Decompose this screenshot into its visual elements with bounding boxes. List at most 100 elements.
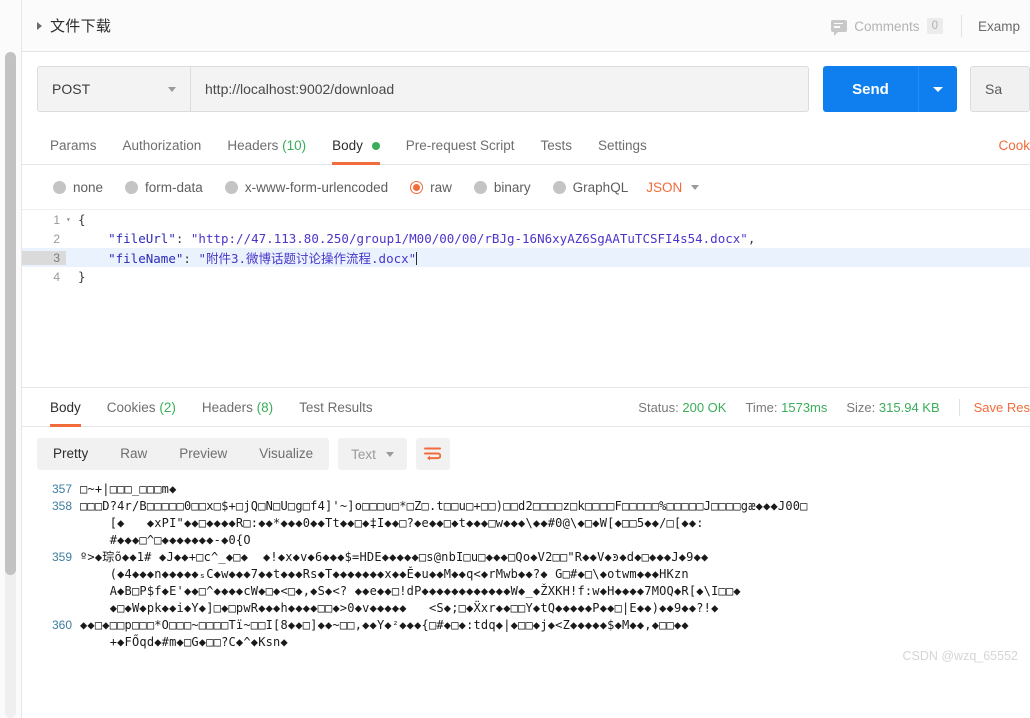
response-line-number: 357 [51, 482, 72, 496]
response-tab-headers[interactable]: Headers (8) [189, 400, 286, 426]
status-value: 200 OK [682, 400, 727, 415]
radio-icon-selected [410, 180, 424, 194]
radio-icon [552, 180, 566, 194]
time-label: Time: [745, 400, 778, 415]
body-type-raw[interactable]: raw [410, 180, 452, 195]
examples-button[interactable]: Examp [968, 19, 1030, 34]
word-wrap-toggle[interactable] [415, 438, 450, 470]
tab-tests[interactable]: Tests [527, 138, 585, 164]
response-mode-raw[interactable]: Raw [104, 438, 163, 470]
comment-bubble-icon [831, 19, 848, 36]
titlebar-divider [960, 15, 962, 37]
save-response-button[interactable]: Save Res [974, 400, 1030, 415]
response-line-number: 359 [51, 550, 72, 564]
response-mode-visualize[interactable]: Visualize [243, 438, 329, 470]
response-line: 358 □□□D?4r/B□□□□□0□□x□$+□jQ□N□U□g□f4]'~]… [22, 498, 1030, 549]
response-line-number: 360 [51, 618, 72, 632]
radio-icon [473, 180, 487, 194]
response-meta: Status: 200 OK Time: 1573ms Size: 315.94… [638, 399, 1030, 416]
request-titlebar: 文件下载 Comments 0 Examp [22, 0, 1030, 52]
editor-line[interactable]: 4} [22, 267, 1030, 286]
send-button[interactable]: Send [823, 66, 918, 112]
tab-authorization[interactable]: Authorization [110, 138, 215, 164]
body-type-form-data[interactable]: form-data [125, 180, 203, 195]
send-options-button[interactable] [918, 66, 957, 112]
request-response-pane: 文件下载 Comments 0 Examp POST http://localh… [22, 0, 1030, 718]
size-badge: Size: 315.94 KB [846, 400, 939, 415]
comments-label: Comments [854, 18, 920, 34]
request-url-input[interactable]: http://localhost:9002/download [190, 66, 809, 112]
body-format-label: JSON [646, 179, 683, 195]
body-format-select[interactable]: JSON [646, 179, 700, 195]
editor-line[interactable]: 2 "fileUrl": "http://47.113.80.250/group… [22, 229, 1030, 248]
response-format-label: Text [351, 446, 376, 462]
body-modified-dot-icon [371, 142, 380, 151]
response-body-viewer[interactable]: 357 □~+|□□□_□□□m◆ 358 □□□D?4r/B□□□□□0□□x□$+… [22, 481, 1030, 671]
response-line-text: ◆◆□◆□□p□□□*O□□□~□□□□Tï~□□I[8◆◆□]◆◆~□□,◆◆… [80, 618, 689, 649]
tab-label: Cookies [106, 400, 156, 415]
comments-button[interactable]: Comments 0 [819, 11, 955, 41]
response-tab-cookies[interactable]: Cookies (2) [94, 400, 189, 426]
time-badge: Time: 1573ms [745, 400, 827, 415]
time-value: 1573ms [781, 400, 828, 415]
comments-count-badge: 0 [926, 18, 943, 34]
radio-label: x-www-form-urlencoded [244, 179, 389, 195]
tab-pre-request-script[interactable]: Pre-request Script [393, 138, 528, 164]
response-line-text: □~+|□□□_□□□m◆ [80, 482, 177, 496]
caret-right-icon[interactable] [37, 21, 42, 30]
response-format-select[interactable]: Text [338, 438, 407, 470]
tab-label: Authorization [122, 138, 202, 153]
tab-label: Headers [201, 400, 253, 415]
http-method-select[interactable]: POST [37, 66, 190, 112]
radio-icon [224, 180, 238, 194]
response-line-number: 358 [51, 499, 72, 513]
tab-body[interactable]: Body [319, 138, 393, 165]
request-body-editor[interactable]: 1 ▾{2 "fileUrl": "http://47.113.80.250/gr… [22, 209, 1030, 387]
chevron-down-icon [691, 184, 700, 190]
body-type-x-www-form-urlencoded[interactable]: x-www-form-urlencoded [224, 179, 389, 195]
editor-line[interactable]: 1 ▾{ [22, 210, 1030, 229]
request-url-value: http://localhost:9002/download [205, 81, 395, 97]
response-line: 357 □~+|□□□_□□□m◆ [22, 481, 1030, 498]
save-button[interactable]: Sa [970, 66, 1030, 112]
page-title: 文件下载 [50, 18, 112, 35]
tab-label: Settings [598, 138, 647, 153]
editor-line-text: "fileUrl": "http://47.113.80.250/group1/… [108, 231, 756, 246]
response-tab-body[interactable]: Body [37, 400, 94, 427]
http-method-label: POST [52, 81, 91, 97]
response-tab-test-results[interactable]: Test Results [286, 400, 386, 426]
status-badge: Status: 200 OK [638, 400, 726, 415]
tab-settings[interactable]: Settings [585, 138, 660, 164]
body-type-none[interactable]: none [53, 180, 103, 195]
tab-headers[interactable]: Headers (10) [214, 138, 319, 164]
tab-label: Params [50, 138, 97, 153]
response-mode-pretty[interactable]: Pretty [37, 438, 104, 470]
left-scrollbar-gutter [0, 0, 22, 718]
response-mode-preview[interactable]: Preview [163, 438, 243, 470]
request-tabs: Params Authorization Headers (10) Body P… [22, 126, 1030, 165]
body-type-binary[interactable]: binary [473, 179, 531, 195]
breadcrumb[interactable]: 文件下载 [22, 15, 111, 36]
editor-line[interactable]: 3 "fileName": "附件3.微博话题讨论操作流程.docx" [22, 248, 1030, 267]
watermark: CSDN @wzq_65552 [902, 649, 1018, 663]
cookies-link[interactable]: Cook [998, 138, 1030, 153]
response-tabs: Body Cookies (2) Headers (8) Test Result… [22, 387, 1030, 427]
chevron-down-icon [933, 86, 943, 92]
editor-fold-toggle-icon[interactable]: ▾ [66, 215, 78, 224]
radio-label: binary [493, 179, 531, 195]
tab-count: (8) [256, 400, 274, 415]
editor-line-number: 4 [53, 269, 60, 284]
size-value: 315.94 KB [878, 400, 940, 415]
editor-line-number: 2 [53, 231, 60, 246]
tab-label: Body [332, 138, 363, 153]
chevron-down-icon [385, 451, 394, 457]
response-line-text: º>◆琮õ◆◆1# ◆J◆◆+□c^_◆□◆ ◆!◆x◆v◆6◆◆◆$=HDE◆… [80, 550, 741, 615]
body-type-graphql[interactable]: GraphQL [552, 180, 628, 195]
editor-line-number: 1 [53, 212, 60, 227]
radio-label: form-data [145, 179, 203, 195]
chevron-down-icon [168, 86, 176, 92]
left-scrollbar-thumb[interactable] [5, 52, 16, 575]
radio-icon [53, 180, 66, 194]
tab-count: (10) [282, 138, 307, 153]
tab-params[interactable]: Params [37, 138, 110, 164]
